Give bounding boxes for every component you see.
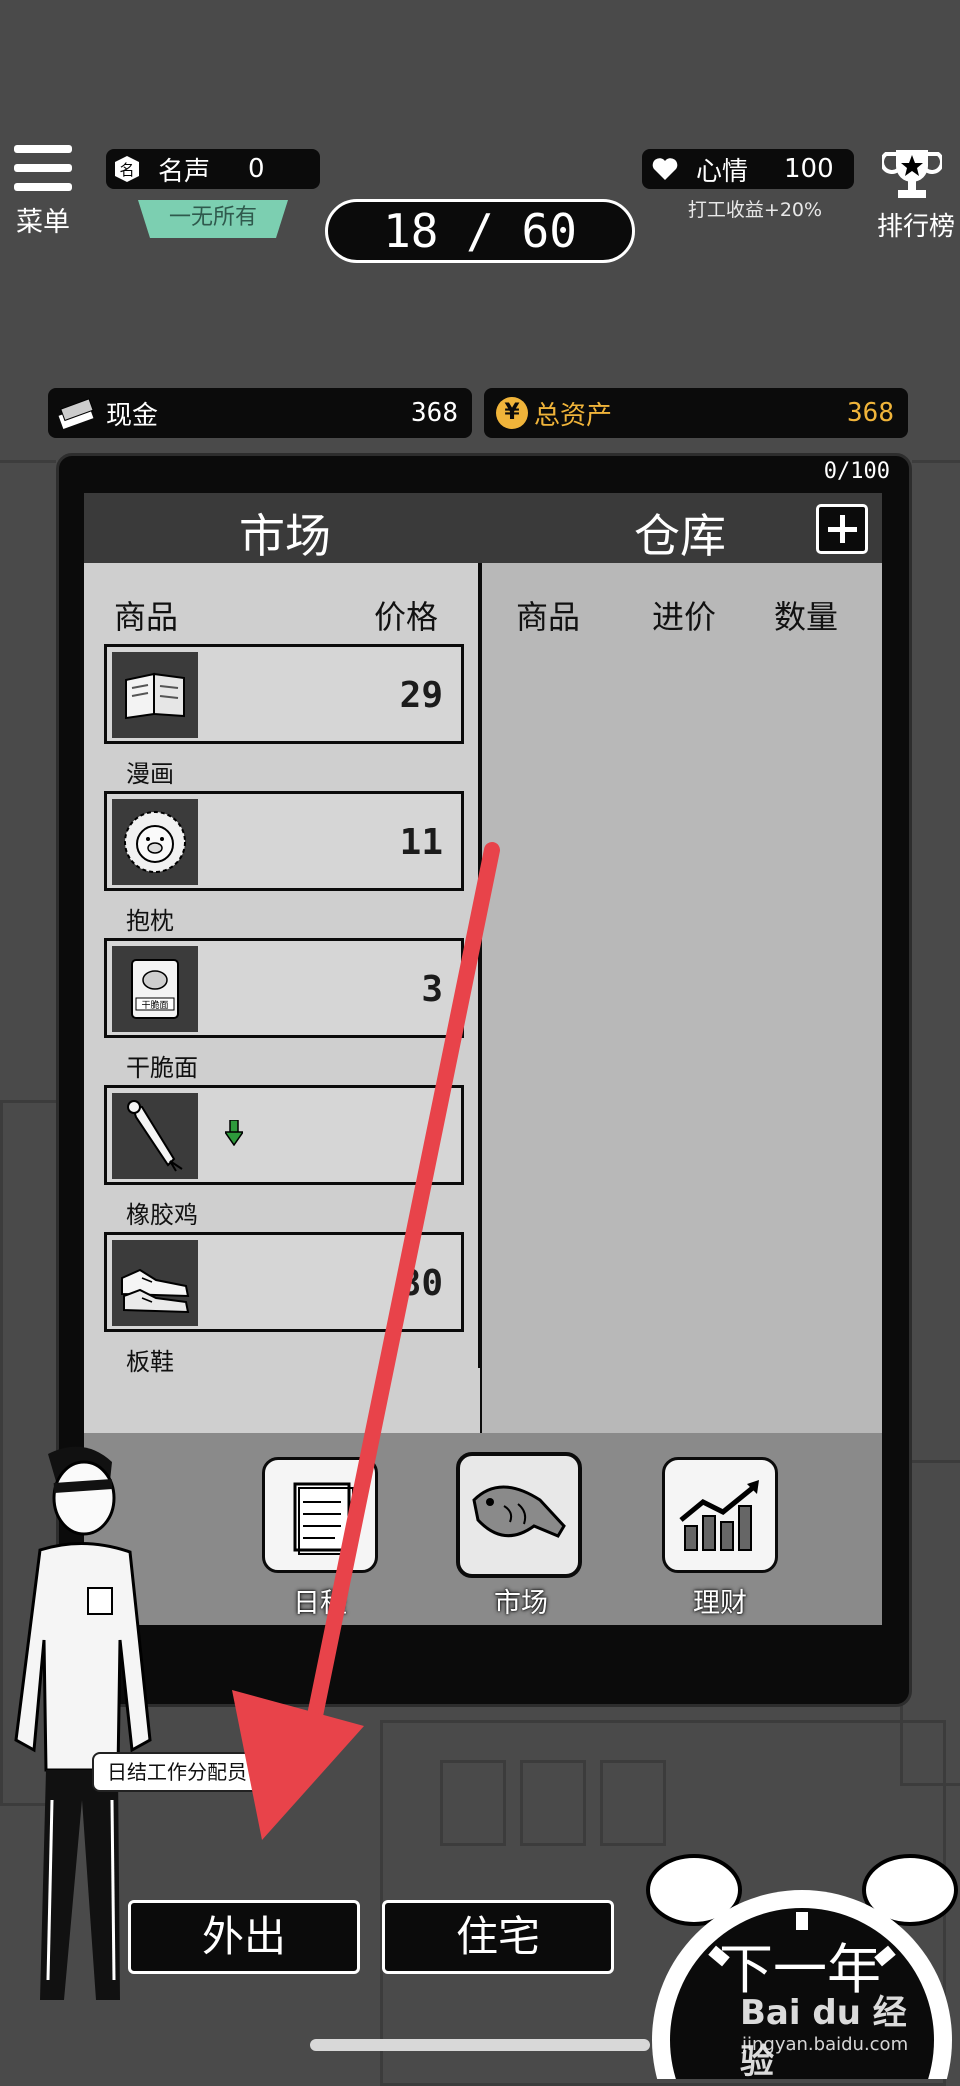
heart-icon bbox=[652, 158, 678, 180]
schedule-button[interactable] bbox=[262, 1457, 378, 1573]
market-item-comic[interactable]: 29 bbox=[104, 644, 464, 744]
background-window bbox=[600, 1760, 666, 1846]
speech-bubble[interactable]: 日结工作分配员 bbox=[92, 1752, 262, 1792]
comic-book-icon bbox=[112, 652, 198, 738]
fame-panel: 名 名声 0 bbox=[106, 149, 320, 189]
item-name: 干脆面 bbox=[126, 1054, 198, 1082]
price-down-icon bbox=[225, 1120, 243, 1146]
sneakers-icon bbox=[112, 1240, 198, 1326]
warehouse-list bbox=[482, 563, 882, 1433]
market-item-sneakers[interactable]: 80 bbox=[104, 1232, 464, 1332]
home-button[interactable]: 住宅 bbox=[382, 1900, 614, 1974]
schedule-label[interactable]: 日程 bbox=[255, 1581, 385, 1620]
fame-label: 名声 bbox=[158, 156, 211, 187]
assets-label: 总资产 bbox=[534, 400, 613, 431]
cash-value: 368 bbox=[411, 398, 458, 428]
mood-value: 100 bbox=[784, 154, 834, 184]
market-item-noodles[interactable]: 干脆面 3 bbox=[104, 938, 464, 1038]
market-goods-header: 商品 bbox=[114, 598, 179, 636]
background-window bbox=[440, 1760, 506, 1846]
assets-panel: ¥ 总资产 368 bbox=[484, 388, 908, 438]
mood-label: 心情 bbox=[696, 156, 749, 187]
column-divider bbox=[478, 563, 482, 1368]
fish-icon bbox=[472, 1485, 566, 1538]
notepad-icon bbox=[293, 1482, 354, 1555]
item-name: 板鞋 bbox=[126, 1348, 174, 1376]
market-item-rubber-chicken[interactable] bbox=[104, 1085, 464, 1185]
item-price: 3 bbox=[421, 969, 443, 1010]
assets-value: 368 bbox=[847, 398, 894, 428]
warehouse-goods-header: 商品 bbox=[516, 598, 581, 636]
warehouse-capacity: 0/100 bbox=[823, 459, 890, 484]
finance-button[interactable] bbox=[662, 1457, 778, 1573]
stock-chart-icon bbox=[679, 1480, 759, 1551]
item-name: 漫画 bbox=[126, 760, 174, 788]
warehouse-title: 仓库 bbox=[634, 509, 726, 563]
market-button[interactable] bbox=[456, 1452, 582, 1578]
cash-panel: 现金 368 bbox=[48, 388, 472, 438]
piggy-bank-icon: ¥ bbox=[496, 397, 528, 429]
finance-label[interactable]: 理财 bbox=[655, 1581, 785, 1620]
item-price: 80 bbox=[399, 1263, 443, 1304]
market-price-header: 价格 bbox=[374, 598, 439, 636]
warehouse-cost-header: 进价 bbox=[652, 598, 717, 636]
fame-badge-icon: 名 bbox=[115, 156, 139, 182]
cash-label: 现金 bbox=[106, 400, 159, 431]
pillow-icon bbox=[112, 799, 198, 885]
rubber-chicken-icon bbox=[112, 1093, 198, 1179]
expand-warehouse-button[interactable] bbox=[816, 504, 868, 554]
background-window bbox=[520, 1760, 586, 1846]
mood-panel: 心情 100 bbox=[642, 149, 854, 189]
svg-text:名: 名 bbox=[119, 161, 134, 179]
warehouse-quantity-header: 数量 bbox=[774, 598, 839, 636]
market-label[interactable]: 市场 bbox=[456, 1581, 586, 1620]
menu-label[interactable]: 菜单 bbox=[10, 200, 76, 239]
background-line bbox=[0, 460, 56, 463]
svg-text:干脆面: 干脆面 bbox=[141, 999, 168, 1011]
go-out-button[interactable]: 外出 bbox=[128, 1900, 360, 1974]
day-counter: 18 / 60 bbox=[325, 199, 635, 263]
menu-icon[interactable] bbox=[14, 145, 72, 191]
item-name: 橡胶鸡 bbox=[126, 1201, 198, 1229]
instant-noodle-icon: 干脆面 bbox=[112, 946, 198, 1032]
rank-title-badge: 一无所有 bbox=[138, 200, 288, 238]
item-price: 11 bbox=[399, 822, 443, 863]
fame-value: 0 bbox=[248, 154, 265, 184]
watermark-url: jingyan.baidu.com bbox=[742, 2034, 909, 2055]
item-name: 抱枕 bbox=[126, 907, 174, 935]
trophy-icon[interactable] bbox=[882, 146, 942, 202]
home-indicator[interactable] bbox=[310, 2039, 650, 2051]
cash-icon bbox=[58, 398, 94, 430]
market-title: 市场 bbox=[239, 509, 331, 563]
market-item-pillow[interactable]: 11 bbox=[104, 791, 464, 891]
item-price: 29 bbox=[399, 675, 443, 716]
background-line bbox=[912, 460, 960, 463]
mood-bonus-text: 打工收益+20% bbox=[687, 199, 823, 221]
leaderboard-label[interactable]: 排行榜 bbox=[868, 206, 960, 243]
